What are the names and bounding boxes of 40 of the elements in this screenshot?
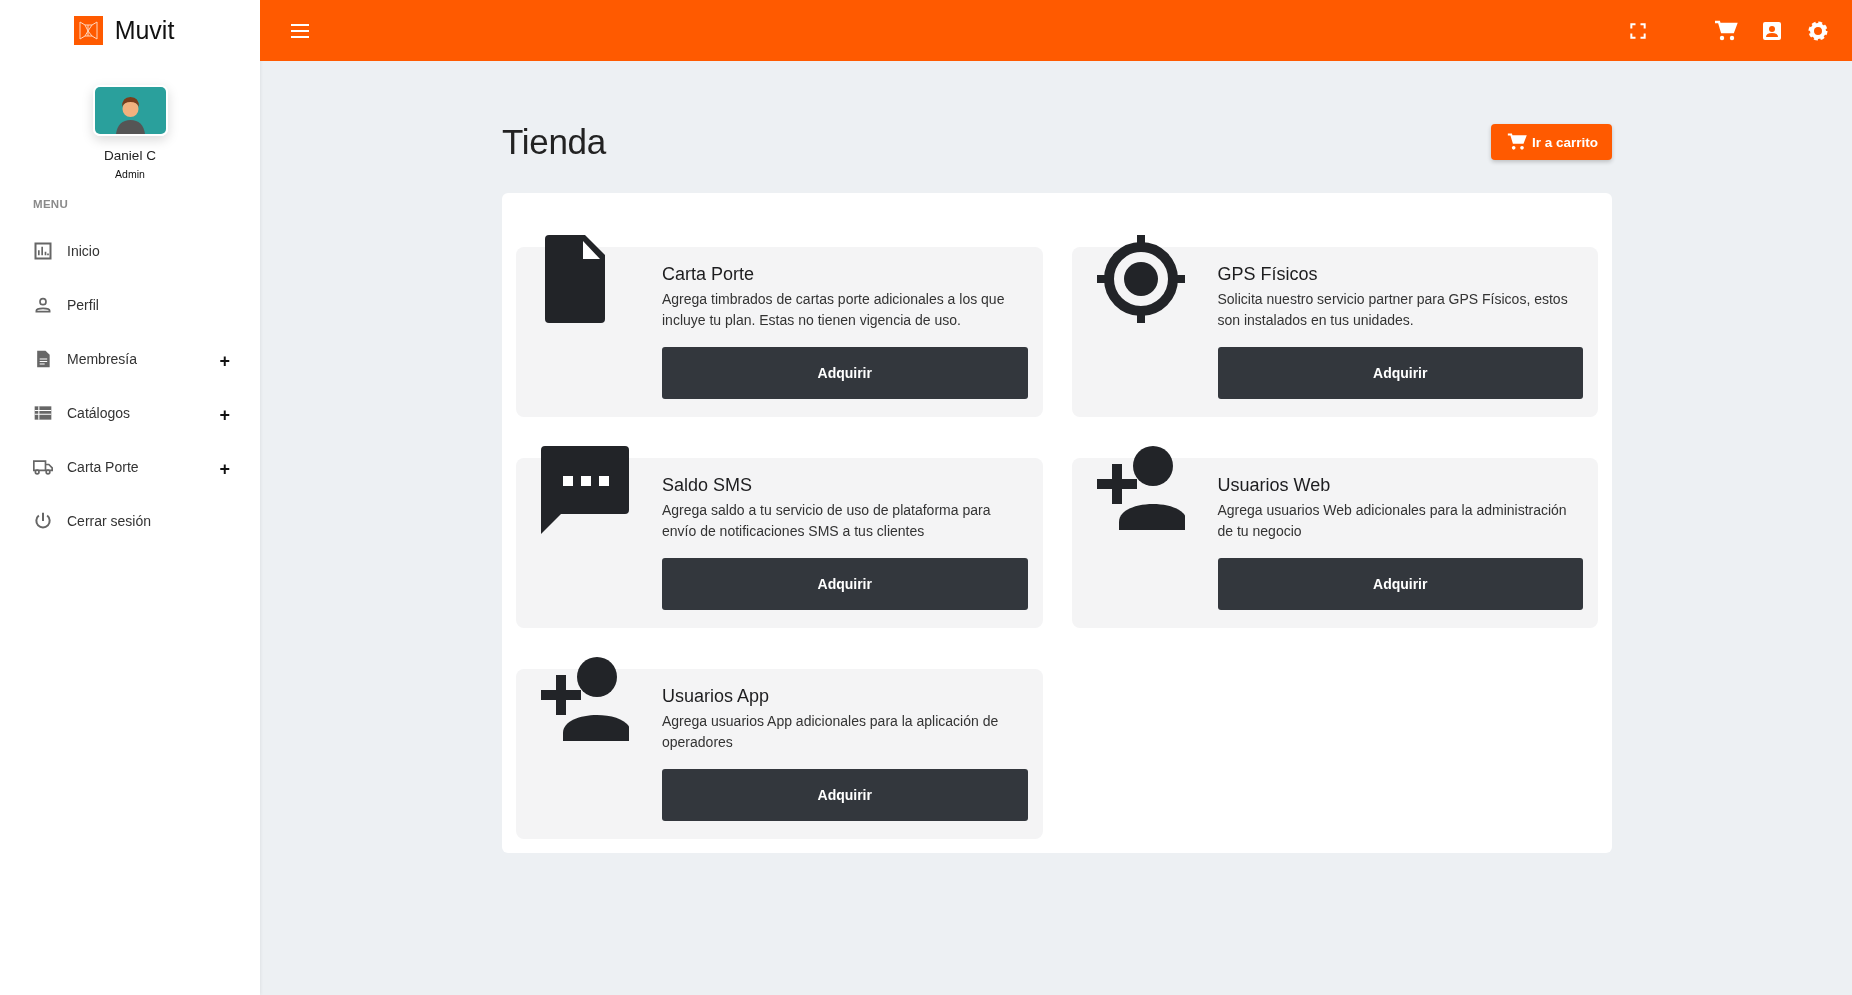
product-title: GPS Físicos [1217,263,1319,285]
product-description: Solicita nuestro servicio partner para GPS Físicos, estos son instalados en tus unidades. [1217,290,1569,330]
expand-toggle[interactable]: + [219,404,230,426]
cart-icon [1506,132,1527,152]
page-title: Tienda [502,122,606,162]
buy-button[interactable]: Adquirir [662,769,1028,821]
avatar-icon [92,85,168,136]
expand-toggle[interactable]: + [219,350,230,372]
buy-button[interactable]: Adquirir [1217,558,1583,610]
user-name: Daniel C [104,148,156,163]
buy-button[interactable]: Adquirir [662,347,1028,399]
product-title: Usuarios Web [1217,474,1332,496]
bar-chart-icon [33,241,53,261]
person-icon [33,295,53,315]
power-icon [33,511,53,531]
menu-item[interactable]: Carta Porte [67,459,220,475]
product-title: Usuarios App [662,685,771,707]
user-role: Admin [115,168,145,180]
menu-item[interactable]: Inicio [67,243,230,259]
list-icon [33,403,53,423]
menu-item[interactable]: Membresía [67,351,220,367]
product-title: Carta Porte [662,263,756,285]
menu-item[interactable]: Catálogos [67,405,220,421]
product-description: Agrega usuarios App adicionales para la aplicación de operadores [662,712,1000,752]
menu-heading: MENU [33,198,70,210]
crosshair-icon [1096,235,1185,323]
buy-button[interactable]: Adquirir [662,558,1028,610]
product-description: Agrega saldo a tu servicio de uso de plataforma para envío de notificaciones SMS a tus clientes [662,501,992,541]
product-description: Agrega timbrados de cartas porte adicionales a los que incluye tu plan. Estas no tienen vigencia de uso. [662,290,1006,330]
fullscreen-icon[interactable] [1628,20,1648,41]
app-name: Muvit [114,16,175,45]
truck-icon [33,457,53,477]
cart-icon[interactable] [1714,18,1738,43]
product-title: Saldo SMS [662,474,754,496]
expand-toggle[interactable]: + [219,458,230,480]
menu-item[interactable]: Cerrar sesión [67,513,230,529]
logo-icon [73,16,103,45]
menu-item[interactable]: Perfil [67,297,230,313]
buy-button[interactable]: Adquirir [1217,347,1583,399]
product-description: Agrega usuarios Web adicionales para la administración de tu negocio [1217,501,1568,541]
